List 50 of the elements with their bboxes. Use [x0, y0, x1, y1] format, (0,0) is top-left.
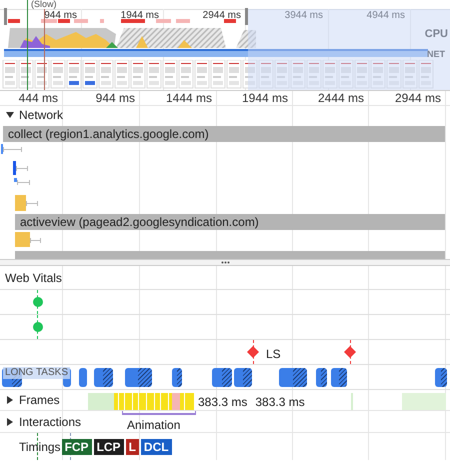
- layout-shift-diamond-icon[interactable]: [247, 346, 259, 358]
- throttle-label: (Slow): [30, 0, 58, 9]
- long-task-block[interactable]: [435, 368, 447, 387]
- long-task-block[interactable]: [212, 368, 232, 387]
- time-ruler-label: 2944 ms: [394, 91, 441, 105]
- frame-duration-label: 383.3 ms: [198, 394, 248, 411]
- request-whisker: [30, 238, 41, 242]
- frames-track-title: Frames: [19, 392, 60, 409]
- overview-time-label: 3944 ms: [284, 10, 323, 22]
- layout-shift-diamond-icon[interactable]: [344, 346, 356, 358]
- range-handle[interactable]: [245, 8, 248, 25]
- timing-badge[interactable]: FCP: [62, 438, 92, 454]
- long-task-block[interactable]: [234, 368, 252, 387]
- long-tasks-label: LONG TASKS: [3, 367, 70, 379]
- long-task-block[interactable]: [331, 368, 347, 387]
- net-label: NET: [427, 48, 445, 61]
- request-whisker: [17, 180, 30, 185]
- network-group-bar[interactable]: collect (region1.analytics.google.com): [3, 126, 445, 142]
- collapse-triangle-icon[interactable]: [6, 111, 14, 119]
- request-whisker: [3, 147, 22, 152]
- timings-track-title: Timings: [19, 438, 61, 456]
- timing-badge[interactable]: L: [126, 438, 139, 454]
- cpu-label: CPU: [424, 27, 448, 42]
- web-vitals-title: Web Vitals: [5, 270, 62, 286]
- time-ruler-label: 1444 ms: [164, 91, 212, 105]
- timing-badge[interactable]: DCL: [140, 438, 172, 454]
- time-ruler-label: 944 ms: [94, 91, 135, 105]
- resize-handle-icon[interactable]: [220, 261, 230, 264]
- expand-triangle-icon[interactable]: [6, 396, 14, 404]
- long-task-block[interactable]: [316, 368, 327, 387]
- time-ruler-label: 2444 ms: [316, 91, 364, 105]
- overview-time-label: 1944 ms: [120, 10, 159, 22]
- network-group-bar[interactable]: activeview (pagead2.googlesyndication.com): [15, 214, 445, 230]
- time-ruler-label: 444 ms: [18, 91, 58, 105]
- request-whisker: [16, 166, 28, 171]
- range-handle[interactable]: [4, 8, 7, 25]
- overview-time-label: 944 ms: [43, 10, 77, 22]
- timing-badge[interactable]: LCP: [94, 438, 124, 454]
- animation-label: Animation: [127, 417, 180, 434]
- request-whisker: [26, 201, 38, 206]
- overview-time-label: 2944 ms: [202, 10, 241, 22]
- layout-shift-label: LS: [266, 346, 281, 363]
- overview-time-label: 4944 ms: [366, 10, 405, 22]
- frame-duration-label: 383.3 ms: [255, 394, 305, 411]
- interactions-track-title: Interactions: [19, 414, 82, 430]
- time-ruler-label: 1944 ms: [240, 91, 288, 105]
- expand-triangle-icon[interactable]: [6, 418, 14, 426]
- network-track-title: Network: [19, 107, 64, 124]
- long-task-block[interactable]: [172, 368, 182, 387]
- long-task-block[interactable]: [94, 368, 113, 387]
